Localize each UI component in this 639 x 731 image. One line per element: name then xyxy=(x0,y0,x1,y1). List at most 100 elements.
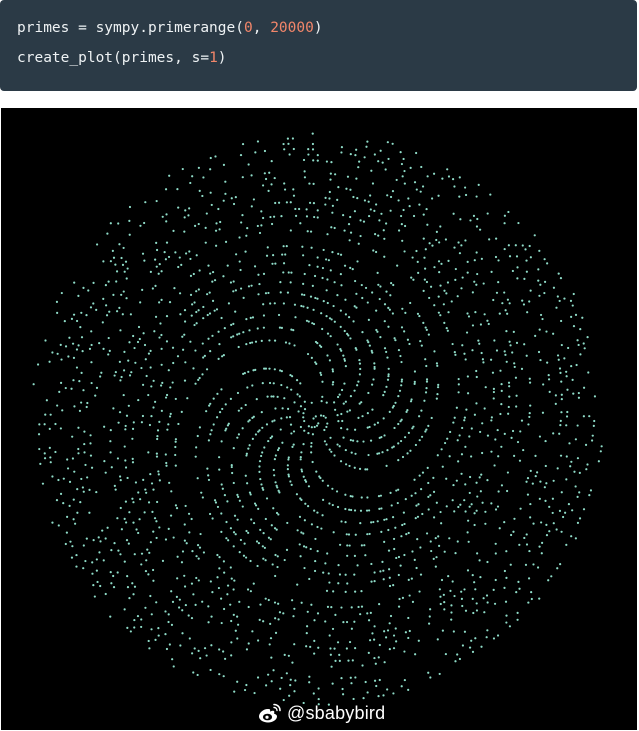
prime-point xyxy=(373,365,376,369)
prime-point xyxy=(386,629,390,632)
prime-point xyxy=(422,289,425,292)
prime-point xyxy=(385,385,388,388)
prime-point xyxy=(570,315,573,318)
prime-point xyxy=(574,313,578,317)
prime-point xyxy=(172,536,175,539)
prime-point xyxy=(397,229,401,232)
prime-point xyxy=(257,542,261,545)
prime-point xyxy=(245,683,248,687)
prime-point xyxy=(172,361,175,365)
prime-point xyxy=(251,384,254,387)
prime-point xyxy=(123,608,126,611)
prime-point xyxy=(464,239,467,242)
prime-point xyxy=(577,343,580,347)
prime-point xyxy=(299,425,302,429)
prime-point xyxy=(319,371,322,374)
prime-point xyxy=(332,304,335,308)
prime-point xyxy=(159,322,162,325)
prime-point xyxy=(119,379,122,382)
prime-point xyxy=(230,323,233,326)
prime-point xyxy=(503,432,506,435)
prime-point xyxy=(339,460,343,463)
prime-point xyxy=(226,500,229,503)
prime-point xyxy=(236,391,240,395)
prime-point xyxy=(173,287,176,290)
prime-point xyxy=(370,521,373,524)
prime-point xyxy=(196,477,199,480)
prime-point xyxy=(167,423,170,426)
prime-point xyxy=(418,415,421,418)
prime-point xyxy=(224,429,227,432)
prime-point xyxy=(460,472,463,475)
prime-point xyxy=(470,503,473,506)
prime-point xyxy=(528,549,531,553)
prime-point xyxy=(393,337,396,340)
prime-point xyxy=(401,523,404,527)
prime-point xyxy=(344,590,347,593)
prime-point xyxy=(368,532,371,536)
prime-point xyxy=(302,254,305,257)
prime-point xyxy=(300,470,304,473)
prime-point xyxy=(128,205,132,209)
prime-point xyxy=(197,309,200,312)
prime-point xyxy=(458,176,461,179)
prime-point xyxy=(420,409,423,412)
prime-point xyxy=(344,507,347,511)
prime-point xyxy=(144,488,147,491)
prime-point xyxy=(434,565,437,568)
prime-point xyxy=(449,589,452,592)
prime-point xyxy=(463,419,466,422)
prime-point xyxy=(217,207,220,211)
prime-point xyxy=(471,324,475,327)
prime-point xyxy=(128,597,131,600)
prime-point xyxy=(404,436,407,439)
prime-point xyxy=(371,291,374,294)
prime-point xyxy=(313,215,316,219)
prime-point xyxy=(361,664,364,667)
prime-point xyxy=(488,238,491,241)
prime-point xyxy=(266,395,269,398)
prime-point xyxy=(85,537,88,540)
prime-point xyxy=(131,427,135,431)
prime-point xyxy=(529,516,532,519)
prime-point xyxy=(515,394,518,397)
prime-point xyxy=(408,629,411,633)
prime-point xyxy=(279,291,282,294)
prime-point xyxy=(503,586,506,589)
prime-point xyxy=(296,529,299,532)
prime-point xyxy=(308,201,312,204)
prime-point xyxy=(545,482,548,485)
prime-point xyxy=(538,497,541,500)
prime-point xyxy=(460,287,463,290)
prime-point xyxy=(232,613,235,616)
prime-point xyxy=(360,590,363,593)
prime-point xyxy=(75,348,79,351)
prime-point xyxy=(195,310,198,314)
prime-point xyxy=(402,511,405,514)
prime-point xyxy=(200,491,203,494)
prime-point xyxy=(134,361,137,364)
prime-point xyxy=(547,378,551,381)
prime-point xyxy=(330,161,333,164)
prime-point xyxy=(592,424,595,428)
prime-point xyxy=(353,573,356,576)
prime-point xyxy=(72,518,75,521)
prime-point xyxy=(120,293,123,296)
prime-point xyxy=(265,497,269,500)
prime-point xyxy=(302,475,305,478)
prime-point xyxy=(222,560,225,563)
prime-point xyxy=(411,600,415,603)
prime-point xyxy=(234,533,237,536)
prime-point xyxy=(264,597,267,600)
prime-point xyxy=(277,201,281,204)
prime-point xyxy=(454,278,457,281)
prime-point xyxy=(155,455,159,458)
prime-point xyxy=(287,475,290,478)
prime-point xyxy=(232,481,235,485)
prime-point xyxy=(299,222,302,225)
prime-point xyxy=(427,333,430,336)
prime-point xyxy=(486,319,489,322)
prime-point xyxy=(377,656,380,659)
prime-point xyxy=(340,606,343,609)
prime-point xyxy=(336,414,339,417)
